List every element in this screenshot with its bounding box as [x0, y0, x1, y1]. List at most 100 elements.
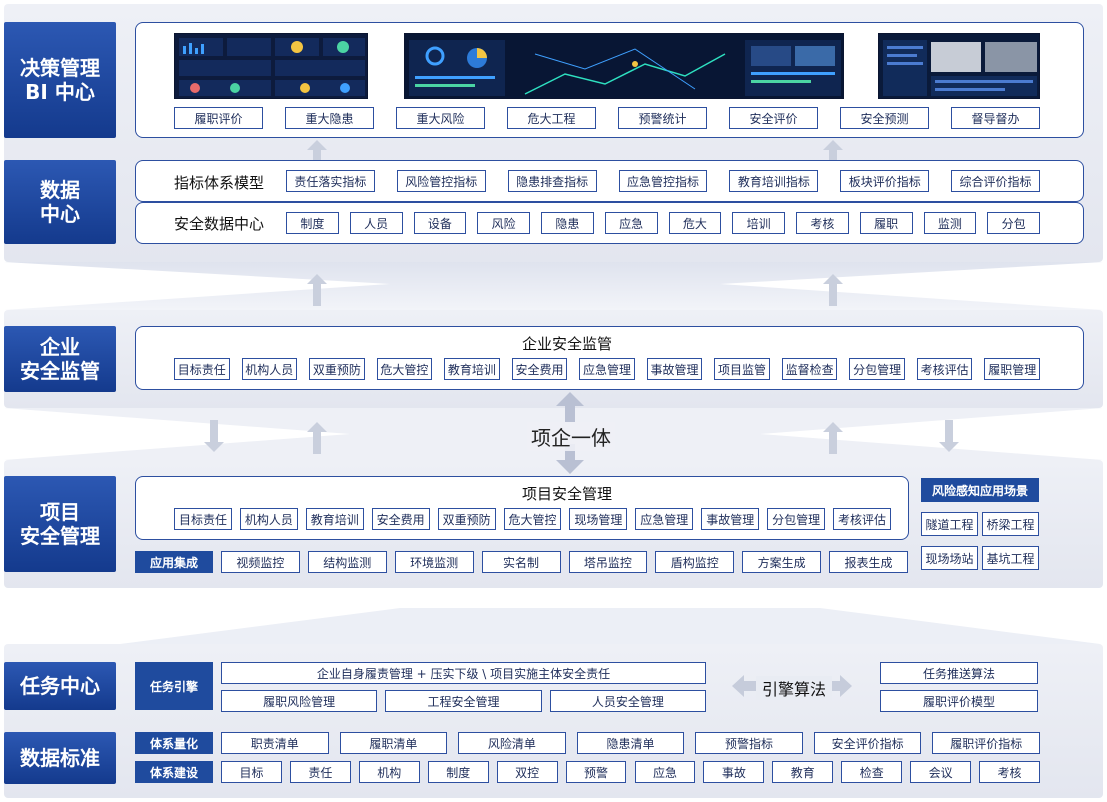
integration-label: 项企一体 — [527, 422, 615, 451]
safety-data-title: 安全数据中心 — [174, 215, 265, 233]
enterprise-item: 监督检查 — [781, 358, 838, 380]
app-item: 视频监控 — [221, 551, 300, 573]
data-item: 监测 — [923, 212, 977, 234]
project-item: 机构人员 — [239, 508, 298, 530]
build-item: 检查 — [841, 761, 903, 783]
enterprise-item: 安全费用 — [511, 358, 568, 380]
app-item: 环境监测 — [394, 551, 474, 573]
funnel-shape-top — [4, 262, 1103, 310]
quant-item: 安全评价指标 — [813, 732, 922, 754]
build-item: 机构 — [358, 761, 420, 783]
quant-item: 履职清单 — [339, 732, 448, 754]
engine-algo-label: 引擎算法 — [756, 676, 833, 700]
enterprise-item: 机构人员 — [241, 358, 298, 380]
side-label-enterprise-text: 企业 安全监管 — [20, 335, 100, 383]
arrow-down-icon — [204, 420, 224, 452]
risk-scene-item: 桥梁工程 — [982, 512, 1039, 536]
enterprise-item: 危大管控 — [376, 358, 433, 380]
data-item: 风险 — [477, 212, 530, 234]
side-label-datacenter-text: 数据 中心 — [40, 178, 80, 226]
enterprise-item: 履职管理 — [984, 358, 1040, 380]
quant-item: 风险清单 — [458, 732, 566, 754]
quant-item: 职责清单 — [221, 732, 329, 754]
data-item: 考核 — [796, 212, 849, 234]
data-item: 培训 — [732, 212, 785, 234]
data-item: 分包 — [987, 212, 1040, 234]
side-label-task-text: 任务中心 — [20, 674, 100, 698]
side-label-standard: 数据标准 — [4, 732, 116, 784]
project-item: 考核评估 — [833, 508, 891, 530]
app-item: 塔吊监控 — [568, 551, 648, 573]
quant-item: 履职评价指标 — [932, 732, 1040, 754]
index-item: 风险管控指标 — [396, 170, 486, 192]
build-item: 责任 — [289, 761, 351, 783]
task-engine-label: 任务引擎 — [135, 662, 213, 710]
build-item: 会议 — [910, 761, 972, 783]
side-label-decision-text: 决策管理 BI 中心 — [20, 56, 100, 104]
project-item: 应急管理 — [635, 508, 694, 530]
side-label-enterprise: 企业 安全监管 — [4, 326, 116, 392]
data-item: 人员 — [349, 212, 403, 234]
build-item: 教育 — [772, 761, 834, 783]
build-item: 制度 — [427, 761, 489, 783]
enterprise-item: 分包管理 — [849, 358, 905, 380]
dashboard-thumbnail-3 — [878, 33, 1040, 99]
decision-button: 危大工程 — [507, 107, 596, 129]
enterprise-item: 应急管理 — [579, 358, 635, 380]
algo-item: 任务推送算法 — [880, 662, 1038, 684]
index-item: 隐患排查指标 — [507, 170, 597, 192]
decision-button: 预警统计 — [618, 107, 707, 129]
index-model-title: 指标体系模型 — [174, 174, 265, 192]
app-item: 报表生成 — [829, 551, 908, 573]
decision-button: 安全评价 — [729, 107, 818, 129]
task-engine-item: 履职风险管理 — [221, 690, 378, 712]
algo-item: 履职评价模型 — [880, 690, 1038, 712]
task-engine-item: 人员安全管理 — [549, 690, 706, 712]
decision-button: 重大风险 — [396, 107, 485, 129]
quant-item: 隐患清单 — [576, 732, 685, 754]
data-item: 危大 — [668, 212, 722, 234]
app-item: 方案生成 — [742, 551, 822, 573]
build-item: 应急 — [634, 761, 696, 783]
arrow-up-icon — [823, 422, 843, 454]
project-item: 安全费用 — [371, 508, 430, 530]
index-model-card — [135, 160, 1084, 202]
data-item: 应急 — [604, 212, 658, 234]
build-item: 双控 — [496, 761, 558, 783]
project-item: 教育培训 — [305, 508, 364, 530]
task-row1: 企业自身履责管理 + 压实下级 \ 项目实施主体安全责任 — [221, 662, 706, 684]
build-item: 考核 — [979, 761, 1040, 783]
app-integration-label: 应用集成 — [135, 551, 213, 573]
risk-scene-item: 基坑工程 — [982, 546, 1039, 570]
side-label-project: 项目 安全管理 — [4, 476, 116, 572]
funnel-shape-bottom — [120, 608, 1100, 644]
side-label-task: 任务中心 — [4, 662, 116, 710]
risk-scene-item: 现场场站 — [921, 546, 978, 570]
app-item: 盾构监控 — [655, 551, 735, 573]
build-item: 事故 — [703, 761, 765, 783]
project-item: 危大管控 — [503, 508, 562, 530]
app-item: 结构监测 — [307, 551, 387, 573]
quant-label: 体系量化 — [135, 732, 213, 754]
dashboard-thumbnail-1 — [174, 33, 368, 99]
index-item: 板块评价指标 — [840, 170, 930, 192]
data-item: 隐患 — [541, 212, 594, 234]
arrow-up-icon — [307, 140, 327, 160]
decision-button: 履职评价 — [174, 107, 263, 129]
data-item: 制度 — [286, 212, 339, 234]
index-item: 综合评价指标 — [951, 170, 1040, 192]
arrow-up-icon — [307, 274, 327, 306]
enterprise-item: 双重预防 — [309, 358, 365, 380]
decision-button: 安全预测 — [840, 107, 929, 129]
index-item: 应急管控指标 — [618, 170, 708, 192]
project-title: 项目安全管理 — [522, 485, 613, 503]
data-item: 履职 — [859, 212, 913, 234]
project-item: 双重预防 — [437, 508, 496, 530]
arrow-down-icon — [939, 420, 959, 452]
build-item: 预警 — [565, 761, 627, 783]
enterprise-item: 事故管理 — [646, 358, 703, 380]
side-label-datacenter: 数据 中心 — [4, 160, 116, 244]
build-item: 目标 — [221, 761, 282, 783]
side-label-project-text: 项目 安全管理 — [20, 500, 100, 548]
index-item: 责任落实指标 — [286, 170, 375, 192]
